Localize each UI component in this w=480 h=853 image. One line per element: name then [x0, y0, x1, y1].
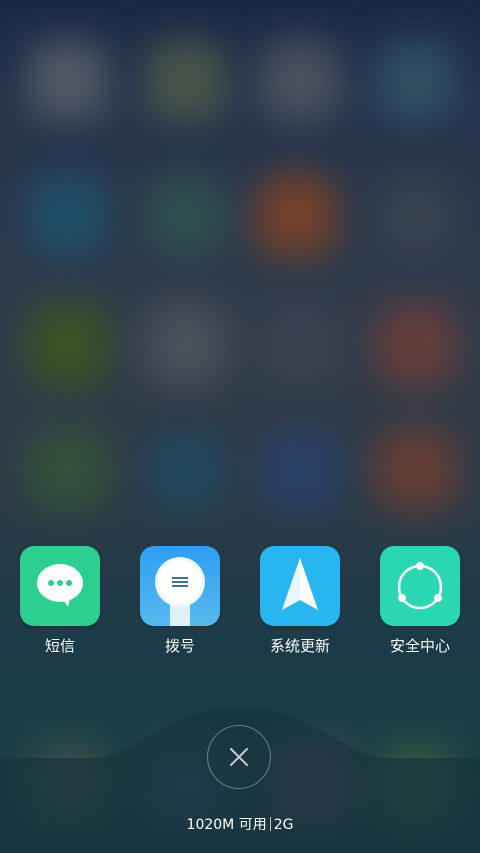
app-label: 短信 — [44, 637, 75, 655]
system-update-icon[interactable] — [260, 546, 340, 626]
memory-status: 1020M 可用 2G — [0, 815, 480, 835]
recent-apps-row: 短信 拨号 系统更新 安全中心 — [0, 546, 480, 656]
app-label: 安全中心 — [389, 637, 450, 655]
recent-app-security-center[interactable]: 安全中心 — [360, 546, 480, 656]
message-icon[interactable] — [20, 546, 100, 626]
memory-available: 1020M 可用 — [186, 817, 267, 833]
recent-app-dialer[interactable]: 拨号 — [120, 546, 240, 656]
security-center-icon[interactable] — [380, 546, 460, 626]
clear-all-button[interactable] — [207, 725, 271, 789]
recent-app-messages[interactable]: 短信 — [0, 546, 120, 656]
app-label: 拨号 — [164, 637, 195, 655]
dialer-icon[interactable] — [140, 546, 220, 626]
recent-apps-screen: 短信 拨号 系统更新 安全中心 1020M 可用 2G — [0, 0, 480, 853]
recent-app-system-update[interactable]: 系统更新 — [240, 546, 360, 656]
app-label: 系统更新 — [269, 637, 330, 655]
divider — [269, 817, 271, 831]
memory-total: 2G — [273, 817, 294, 833]
close-icon — [230, 748, 248, 766]
